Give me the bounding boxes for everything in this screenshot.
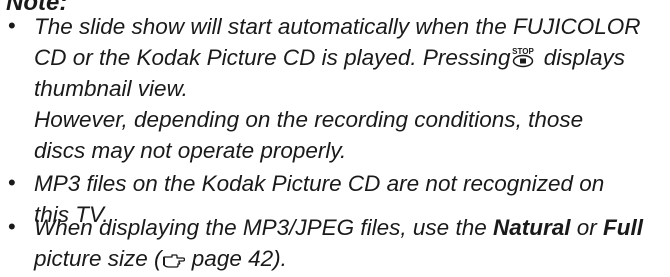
pointing-hand-icon [162,246,185,268]
natural-mode-name: Natural [492,215,571,240]
note-line: The slide show will start automatically … [34,14,641,39]
bullet: • [8,170,16,195]
manual-page: Note: • The slide show will start automa… [0,0,670,271]
full-mode-name: Full [603,215,644,240]
svg-text:STOP: STOP [513,47,535,56]
note-line: When displaying the MP3/JPEG files, use … [34,215,644,240]
bullet: • [8,214,16,239]
note-text: When displaying the MP3/JPEG files, use … [34,212,666,274]
note-text: The slide show will start automatically … [34,11,666,166]
note-line: CD or the Kodak Picture CD is played. Pr… [34,45,626,70]
note-line: discs may not operate properly. [34,138,347,163]
note-line: picture size ( page 42). [34,246,287,271]
note-line: thumbnail view. [34,76,188,101]
note-line: However, depending on the recording cond… [34,107,584,132]
note-line: MP3 files on the Kodak Picture CD are no… [34,171,605,196]
bullet: • [8,13,16,38]
stop-button-icon: STOP [511,45,535,68]
